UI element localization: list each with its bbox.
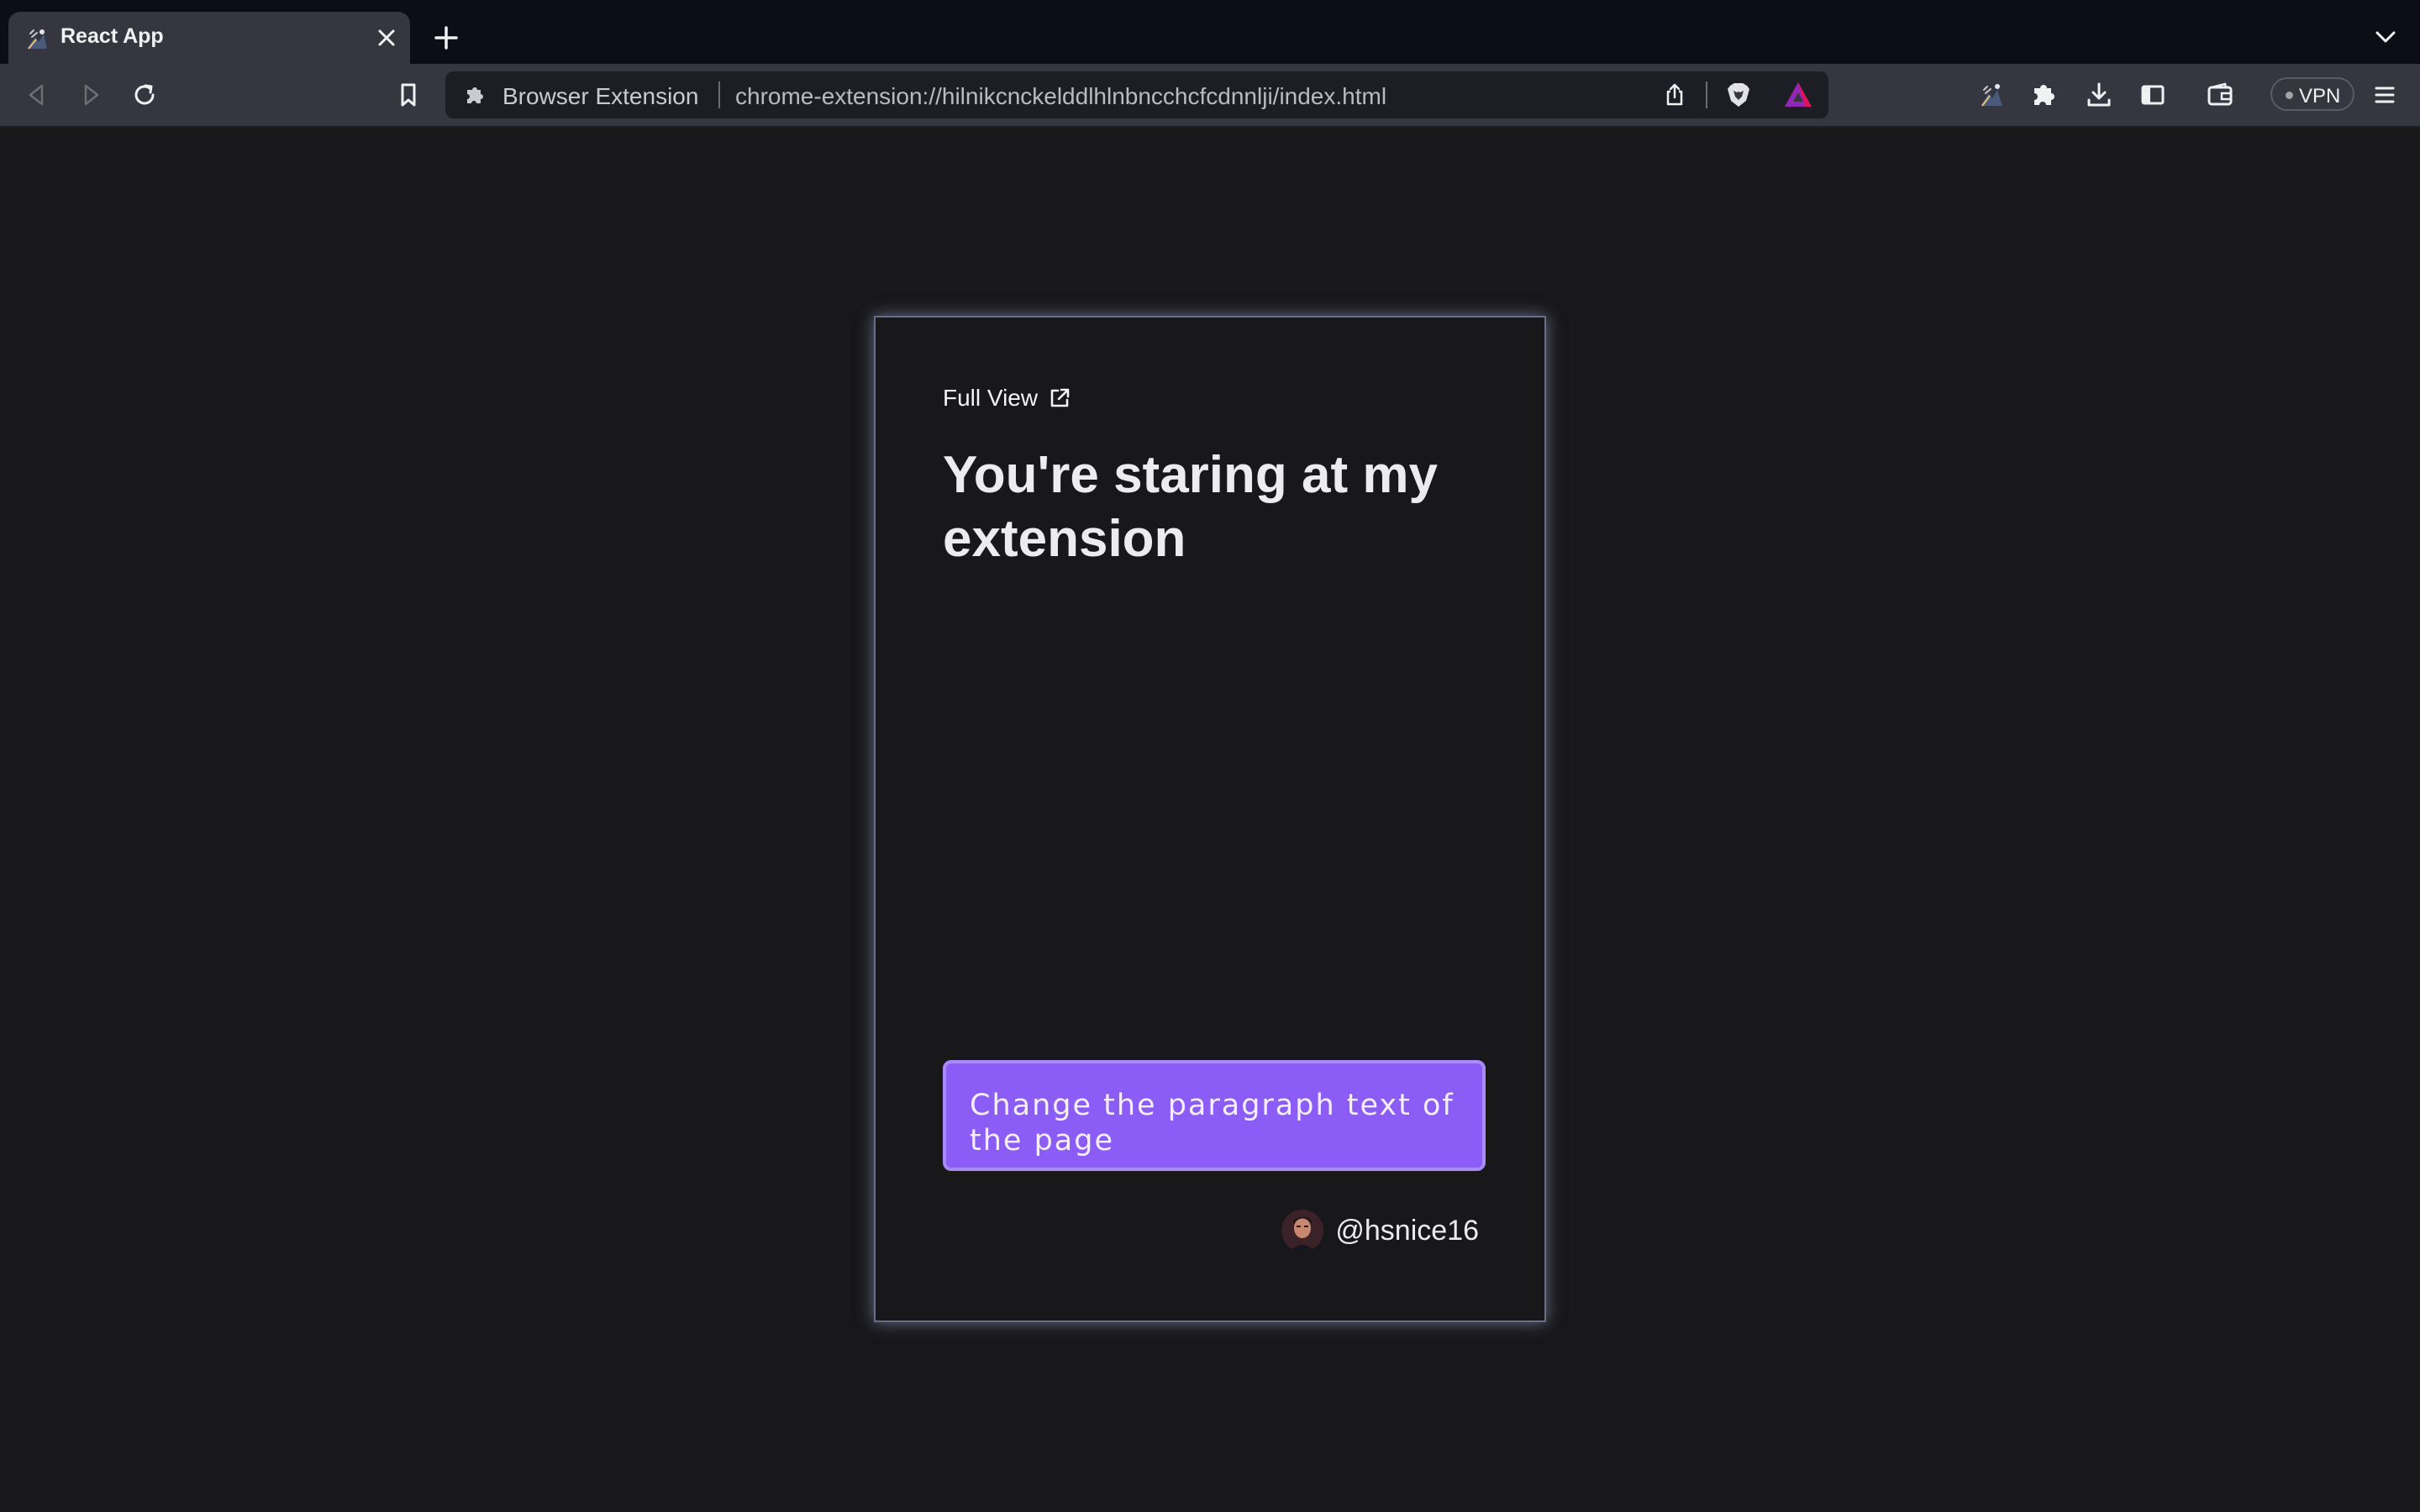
brave-rewards-icon[interactable] [1783,81,1813,109]
divider [718,81,720,108]
share-icon[interactable] [1662,82,1687,108]
author-credit[interactable]: @hsnice16 [1281,1210,1479,1252]
full-view-link[interactable]: Full View [943,385,1071,412]
author-avatar-icon [1281,1210,1324,1252]
avatar [1281,1210,1324,1252]
url-text[interactable]: chrome-extension://hilnikcnckelddlhlnbnc… [735,83,1386,110]
full-view-label: Full View [943,385,1039,411]
menu-icon[interactable] [2370,80,2400,110]
bookmark-icon[interactable] [393,80,424,110]
vpn-label: VPN [2299,85,2341,108]
react-app-favicon-icon [27,29,47,50]
browser-tab[interactable]: React App [8,12,410,64]
extension-app-icon[interactable] [1976,80,2007,110]
page-title: You're staring at my extension [943,446,1438,568]
tab-title: React App [60,24,164,48]
tab-strip: React App [0,0,2420,64]
change-paragraph-button[interactable]: Change the paragraph text of the page [943,1060,1486,1171]
author-handle[interactable]: @hsnice16 [1335,1215,1479,1247]
address-bar[interactable]: Browser Extension chrome-extension://hil… [445,71,1828,118]
close-tab-icon[interactable] [376,27,397,49]
wallet-icon[interactable] [2205,80,2235,110]
extensions-puzzle-icon[interactable] [2030,80,2060,110]
download-icon[interactable] [2084,80,2114,110]
sidebar-icon[interactable] [2138,80,2168,110]
external-link-icon [1050,388,1070,407]
vpn-button[interactable]: VPN [2270,77,2354,111]
reload-icon[interactable] [129,80,160,110]
extension-popup-card: Full View You're staring at my extension… [874,316,1546,1322]
browser-toolbar: Browser Extension chrome-extension://hil… [0,64,2420,128]
new-tab-icon[interactable] [434,25,459,50]
site-label: Browser Extension [502,83,699,109]
back-icon[interactable] [22,80,52,110]
divider [1706,81,1707,108]
chevron-down-icon[interactable] [2375,29,2396,45]
puzzle-icon [467,87,483,103]
brave-shields-icon[interactable] [1724,81,1753,109]
vpn-status-dot [2286,92,2293,99]
forward-icon[interactable] [76,80,106,110]
